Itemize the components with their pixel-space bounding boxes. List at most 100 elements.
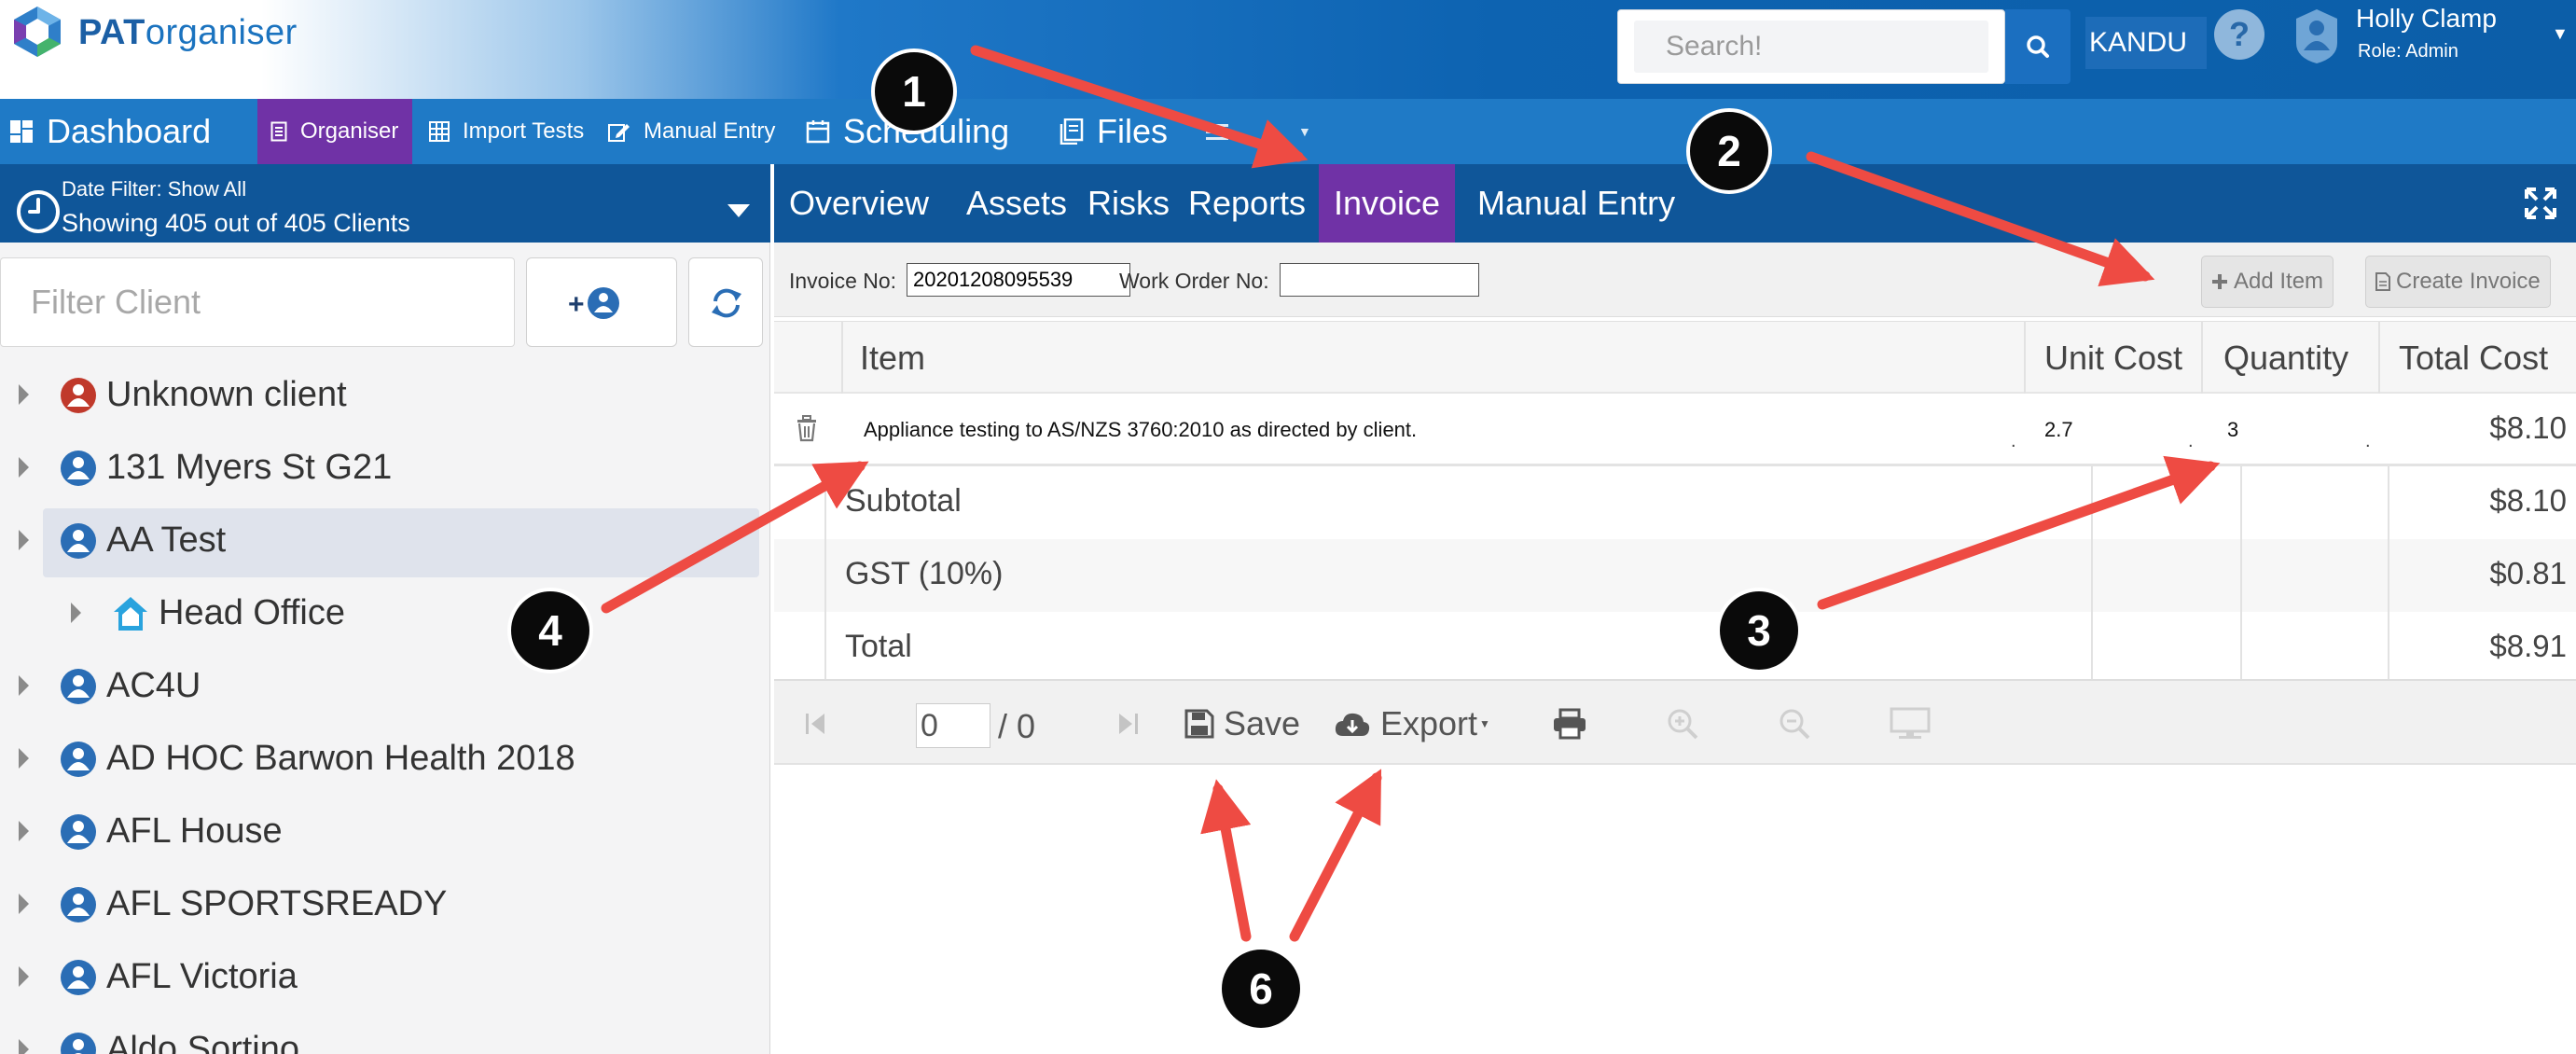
- print-button[interactable]: [1552, 681, 1587, 767]
- expand-arrow-icon[interactable]: [19, 530, 29, 550]
- invoice-no-field[interactable]: [907, 263, 1130, 297]
- expand-arrow-icon[interactable]: [19, 1039, 29, 1054]
- first-page-button[interactable]: [804, 681, 828, 767]
- client-tree-item[interactable]: Unknown client: [0, 360, 770, 429]
- tab-manual-entry[interactable]: Manual Entry: [1477, 164, 1675, 243]
- dashboard-icon: [10, 120, 33, 143]
- tab-invoice[interactable]: Invoice: [1319, 164, 1456, 243]
- client-tree-item[interactable]: Head Office: [0, 578, 770, 647]
- cloud-download-icon: [1335, 713, 1370, 736]
- zoom-out-button[interactable]: [1778, 681, 1811, 767]
- client-icon: [61, 814, 96, 850]
- date-filter[interactable]: Date Filter: Show All Showing 405 out of…: [0, 164, 770, 243]
- create-invoice-button[interactable]: Create Invoice: [2365, 256, 2551, 308]
- unit-cost-field[interactable]: 2.7: [2044, 418, 2073, 442]
- nav-dashboard[interactable]: Dashboard: [9, 99, 211, 164]
- save-button[interactable]: Save: [1184, 681, 1300, 767]
- nav-dashboard-label: Dashboard: [47, 112, 212, 150]
- client-tree-item[interactable]: AD HOC Barwon Health 2018: [0, 724, 770, 793]
- nav-more-menu[interactable]: ▼: [1205, 99, 1311, 164]
- user-name[interactable]: Holly Clamp: [2356, 4, 2497, 34]
- expand-arrow-icon[interactable]: [19, 384, 29, 405]
- add-client-button[interactable]: +: [526, 257, 677, 347]
- expand-arrow-icon[interactable]: [71, 603, 81, 623]
- client-tree-item[interactable]: Aldo Sortino: [0, 1015, 770, 1054]
- refresh-icon: [712, 288, 741, 318]
- expand-icon[interactable]: [2524, 187, 2557, 220]
- invoice-no-label: Invoice No:: [789, 269, 897, 293]
- first-page-icon: [806, 714, 824, 734]
- table-header-row: Item Unit Cost Quantity Total Cost: [774, 321, 2576, 394]
- client-name: Aldo Sortino: [106, 1030, 300, 1054]
- tab-reports[interactable]: Reports: [1188, 164, 1306, 243]
- quantity-field[interactable]: 3: [2227, 418, 2238, 442]
- save-icon: [1184, 709, 1214, 739]
- zoom-in-button[interactable]: [1666, 681, 1699, 767]
- main-nav: Dashboard Organiser Import Tests Manual …: [0, 99, 2576, 164]
- export-label: Export: [1380, 704, 1478, 742]
- total-label: Total: [845, 629, 912, 664]
- column-divider: [2091, 466, 2093, 685]
- client-tree-item[interactable]: AA Test: [0, 506, 770, 577]
- app-logo-text[interactable]: PATorganiser: [78, 13, 298, 53]
- expand-arrow-icon[interactable]: [19, 821, 29, 841]
- chevron-down-icon: ▼: [1298, 124, 1311, 139]
- gst-label: GST (10%): [845, 556, 1004, 591]
- search-input[interactable]: [1634, 21, 1988, 73]
- client-name: AFL Victoria: [106, 957, 298, 996]
- expand-arrow-icon[interactable]: [19, 675, 29, 696]
- subtotal-label: Subtotal: [845, 483, 962, 519]
- expand-arrow-icon[interactable]: [19, 894, 29, 914]
- presentation-mode-button[interactable]: [1890, 681, 1931, 767]
- trash-icon[interactable]: [795, 414, 819, 442]
- chevron-down-icon[interactable]: ▼: [2552, 24, 2569, 44]
- item-description[interactable]: Appliance testing to AS/NZS 3760:2010 as…: [864, 418, 1417, 442]
- caret-down-icon: ▼: [1479, 717, 1490, 730]
- page-number-input[interactable]: [916, 703, 990, 748]
- refresh-button[interactable]: [688, 257, 763, 347]
- total-value: $8.91: [2489, 629, 2567, 663]
- expand-arrow-icon[interactable]: [19, 748, 29, 769]
- help-icon[interactable]: ?: [2212, 7, 2266, 62]
- tab-assets[interactable]: Assets: [966, 164, 1067, 243]
- tab-overview[interactable]: Overview: [789, 164, 929, 243]
- menu-icon: [1206, 124, 1228, 140]
- last-page-button[interactable]: [1115, 681, 1140, 767]
- client-icon: [61, 451, 96, 486]
- tab-risks[interactable]: Risks: [1087, 164, 1170, 243]
- detail-tabs: Overview Assets Risks Reports Invoice Ma…: [774, 164, 2576, 243]
- nav-manual-entry[interactable]: Manual Entry: [608, 99, 775, 164]
- account-name[interactable]: KANDU: [2085, 17, 2207, 69]
- client-tree-item[interactable]: AFL SPORTSREADY: [0, 869, 770, 938]
- table-icon: [429, 121, 450, 142]
- monitor-icon: [1890, 707, 1931, 739]
- caret-down-icon[interactable]: [726, 201, 752, 220]
- expand-arrow-icon[interactable]: [19, 457, 29, 478]
- nav-files[interactable]: Files: [1059, 99, 1168, 164]
- add-item-button[interactable]: Add Item: [2201, 256, 2334, 308]
- client-tree-item[interactable]: 131 Myers St G21: [0, 433, 770, 502]
- resize-handle[interactable]: .: [2188, 431, 2194, 452]
- line-total: $8.10: [2489, 410, 2567, 445]
- client-tree-item[interactable]: AFL Victoria: [0, 942, 770, 1011]
- client-count-text: Showing 405 out of 405 Clients: [62, 209, 410, 237]
- filter-client-input[interactable]: [0, 257, 515, 347]
- column-header-item: Item: [860, 339, 926, 377]
- invoice-header-bar: Invoice No: Work Order No: Add Item Crea…: [774, 243, 2576, 317]
- nav-import-tests[interactable]: Import Tests: [429, 99, 584, 164]
- expand-arrow-icon[interactable]: [19, 966, 29, 987]
- client-red-icon: [61, 378, 96, 413]
- resize-handle[interactable]: .: [2365, 431, 2371, 452]
- user-avatar-icon[interactable]: [2291, 6, 2343, 65]
- work-order-field[interactable]: [1280, 263, 1479, 297]
- client-tree-item[interactable]: AC4U: [0, 651, 770, 720]
- nav-organiser-label: Organiser: [300, 118, 399, 144]
- search-button[interactable]: [2005, 9, 2070, 84]
- resize-handle[interactable]: .: [2011, 431, 2016, 452]
- client-name: AFL SPORTSREADY: [106, 884, 448, 923]
- export-button[interactable]: Export ▼: [1334, 681, 1490, 767]
- client-icon: [61, 887, 96, 922]
- client-tree-item[interactable]: AFL House: [0, 797, 770, 866]
- site-icon: [114, 597, 147, 631]
- nav-organiser[interactable]: Organiser: [257, 99, 412, 164]
